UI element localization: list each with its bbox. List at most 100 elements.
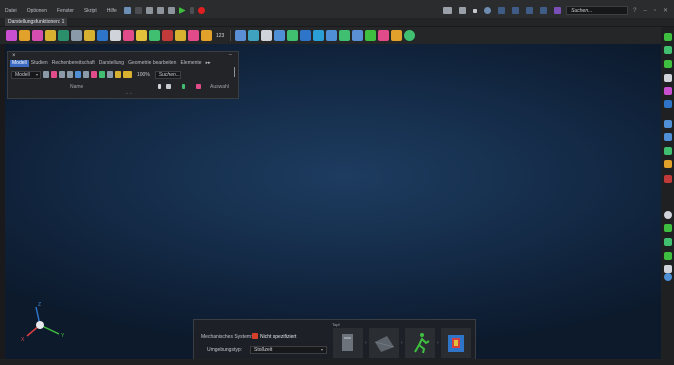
minimize-icon[interactable]: – [641,8,648,14]
spring-tool-icon[interactable] [188,30,199,41]
tabs-overflow-icon[interactable]: ▸▸ [204,60,213,67]
dock-view-icon[interactable] [664,211,672,219]
display-mode-icon[interactable] [443,7,453,14]
dock-properties-icon[interactable] [664,133,672,141]
analysis-tool-icon[interactable] [287,30,299,41]
settings-tool-icon[interactable] [391,30,403,41]
shell-tool-icon[interactable] [274,30,286,41]
report-tool-icon[interactable] [352,30,364,41]
tab-elemente[interactable]: Elemente [178,60,203,67]
dock-layers-icon[interactable] [664,100,672,108]
section-tool-icon[interactable] [248,30,260,41]
tab-darstellung[interactable]: Darstellung [97,60,126,67]
force-tool-icon[interactable] [84,30,95,41]
point-icon[interactable] [91,71,97,78]
grid-icon[interactable] [526,7,534,14]
workflow-step-results[interactable] [441,328,471,358]
user-icon[interactable] [554,7,562,14]
close-icon[interactable]: ✕ [661,7,670,14]
feature-icon[interactable] [99,71,105,78]
tab-rechenbereitschaft[interactable]: Rechenbereitschaft [50,60,97,67]
help-icon[interactable]: ? [631,8,638,14]
snap-icon[interactable] [540,7,548,14]
folder-icon[interactable] [115,71,121,78]
selection-mode-icon[interactable] [196,84,201,89]
optimize-tool-icon[interactable] [365,30,377,41]
dock-material-icon[interactable] [664,87,672,95]
sketch-icon[interactable] [107,71,113,78]
camera-icon[interactable] [459,7,467,14]
play-dropdown-icon[interactable] [189,7,194,14]
run-tool-icon[interactable] [404,30,416,41]
highlight-icon[interactable] [123,71,132,78]
gravity-tool-icon[interactable] [136,30,147,41]
menu-datei[interactable]: Datei [0,8,22,14]
dock-camera-icon[interactable] [664,265,672,273]
env-type-select[interactable]: Stoßzeit ▾ [250,346,327,354]
layout-icon[interactable] [498,7,506,14]
menu-fenster[interactable]: Fenster [52,8,79,14]
workflow-step-geometry[interactable] [333,328,363,358]
ribbon-search-input[interactable]: Suchen... [154,70,181,79]
tab-studien[interactable]: Studien [29,60,50,67]
measure-icon[interactable] [473,8,478,13]
dock-add-icon[interactable] [664,46,672,54]
support-tool-icon[interactable] [110,30,121,41]
fastener-tool-icon[interactable] [175,30,186,41]
filter-icon[interactable] [166,84,171,89]
view-icon[interactable] [512,7,520,14]
redo-icon[interactable] [134,7,142,14]
restore-icon[interactable]: ▫ [652,8,658,14]
chart-tool-icon[interactable] [313,30,325,41]
expand-ribbon-icon[interactable]: →← [124,90,134,96]
dock-list2-icon[interactable] [664,252,672,260]
edge-icon[interactable] [83,71,89,78]
menu-hilfe[interactable]: Hilfe [102,8,122,14]
connector-tool-icon[interactable] [71,30,82,41]
constraint-tool-icon[interactable] [97,30,108,41]
dock-check-icon[interactable] [664,60,672,68]
print-icon[interactable] [167,7,175,14]
part-icon[interactable] [43,71,49,78]
undo-icon[interactable] [123,7,131,14]
save-all-icon[interactable] [156,7,164,14]
record-icon[interactable] [197,7,205,14]
display-tool-icon[interactable] [235,30,247,41]
dock-chart-icon[interactable] [664,160,672,168]
document-tab[interactable]: Darstellungsfunktionen: 1 [5,18,68,26]
assembly-icon[interactable] [51,71,57,78]
menu-optionen[interactable]: Optionen [22,8,52,14]
temperature-tool-icon[interactable] [162,30,173,41]
tab-modell[interactable]: Modell [10,60,29,67]
model-tool-icon[interactable] [6,30,17,41]
dock-globe-icon[interactable] [664,273,672,281]
body-icon[interactable] [67,71,73,78]
part-tool-icon[interactable] [32,30,43,41]
workflow-step-mesh[interactable] [369,328,399,358]
play-icon[interactable] [178,7,186,14]
joint-tool-icon[interactable] [201,30,212,41]
dock-edit-icon[interactable] [664,147,672,155]
dock-list-icon[interactable] [664,120,672,128]
probe-tool-icon[interactable] [339,30,351,41]
component-icon[interactable] [59,71,65,78]
axis-triad[interactable]: Z Y X [16,300,76,345]
minimize-icon[interactable]: – [229,52,232,58]
export-tool-icon[interactable] [378,30,390,41]
info-icon[interactable] [484,7,492,14]
dock-warning-icon[interactable] [664,175,672,183]
select-icon[interactable] [182,84,185,89]
geometry-tool-icon[interactable] [19,30,30,41]
ribbon-grip[interactable] [234,67,235,77]
tab-geometrie-bearbeiten[interactable]: Geometrie bearbeiten [126,60,178,67]
results-tool-icon[interactable] [300,30,312,41]
beam-tool-icon[interactable] [261,30,273,41]
pressure-tool-icon[interactable] [123,30,134,41]
model-select[interactable]: Modell ▾ [11,70,41,79]
save-icon[interactable] [145,7,153,14]
close-icon[interactable]: × [12,53,16,59]
menu-skript[interactable]: Skript [79,8,102,14]
animation-tool-icon[interactable] [326,30,338,41]
dock-filter-icon[interactable] [664,74,672,82]
surface-icon[interactable] [75,71,81,78]
